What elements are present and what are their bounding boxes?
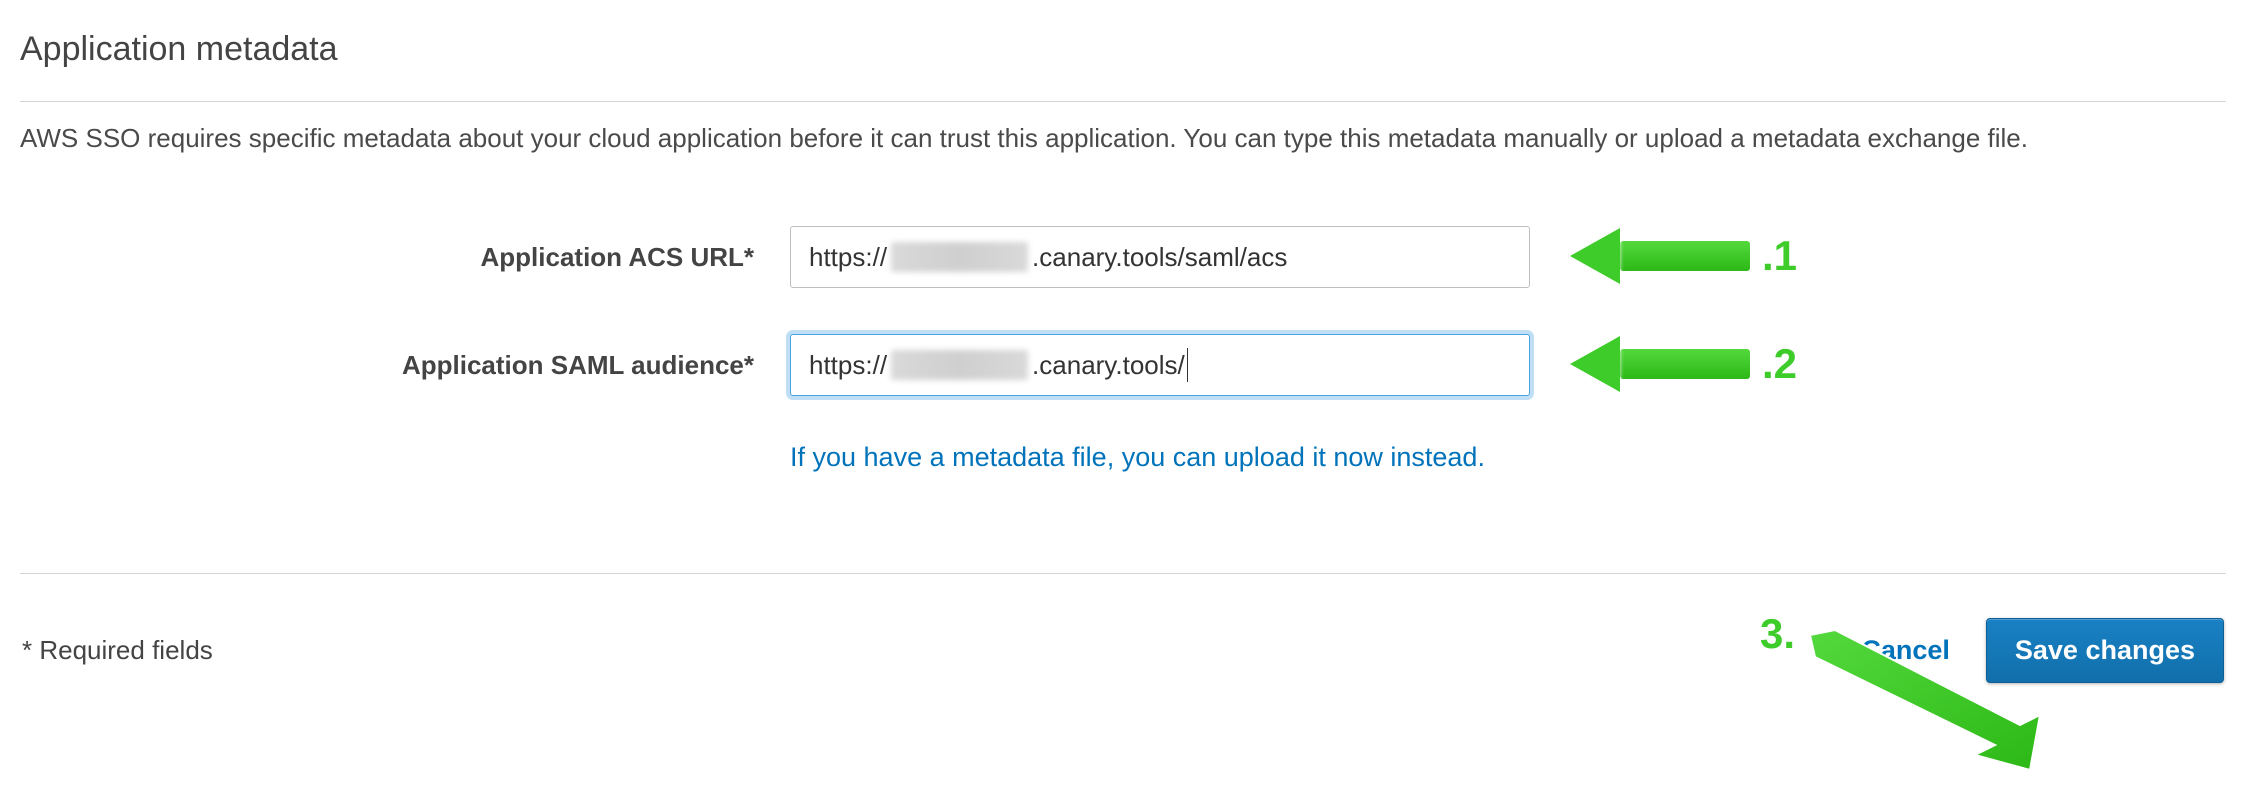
annotation-arrow-1: .1 [1570,228,1797,284]
section-title: Application metadata [20,30,2226,83]
divider [20,573,2226,574]
redacted-block [891,242,1028,272]
acs-url-label: Application ACS URL* [20,242,790,273]
annotation-arrow-2: .2 [1570,336,1797,392]
annotation-number-1: .1 [1762,232,1797,280]
divider [20,101,2226,102]
text-cursor-icon [1187,348,1188,382]
annotation-number-2: .2 [1762,340,1797,388]
required-fields-note: * Required fields [22,635,213,666]
form-row-audience: Application SAML audience* https:// .can… [20,334,2226,396]
upload-metadata-link[interactable]: If you have a metadata file, you can upl… [790,442,2226,473]
acs-url-value-prefix: https:// [809,242,887,273]
acs-url-value-suffix: .canary.tools/saml/acs [1032,242,1287,273]
acs-url-input[interactable]: https:// .canary.tools/saml/acs [790,226,1530,288]
annotation-arrow-3 [1790,630,2050,785]
saml-audience-label: Application SAML audience* [20,350,790,381]
redacted-block [891,350,1028,380]
form-row-acs: Application ACS URL* https:// .canary.to… [20,226,2226,288]
saml-audience-value-suffix: .canary.tools/ [1032,350,1185,381]
saml-audience-value-prefix: https:// [809,350,887,381]
saml-audience-input[interactable]: https:// .canary.tools/ [790,334,1530,396]
section-description: AWS SSO requires specific metadata about… [20,120,2226,156]
